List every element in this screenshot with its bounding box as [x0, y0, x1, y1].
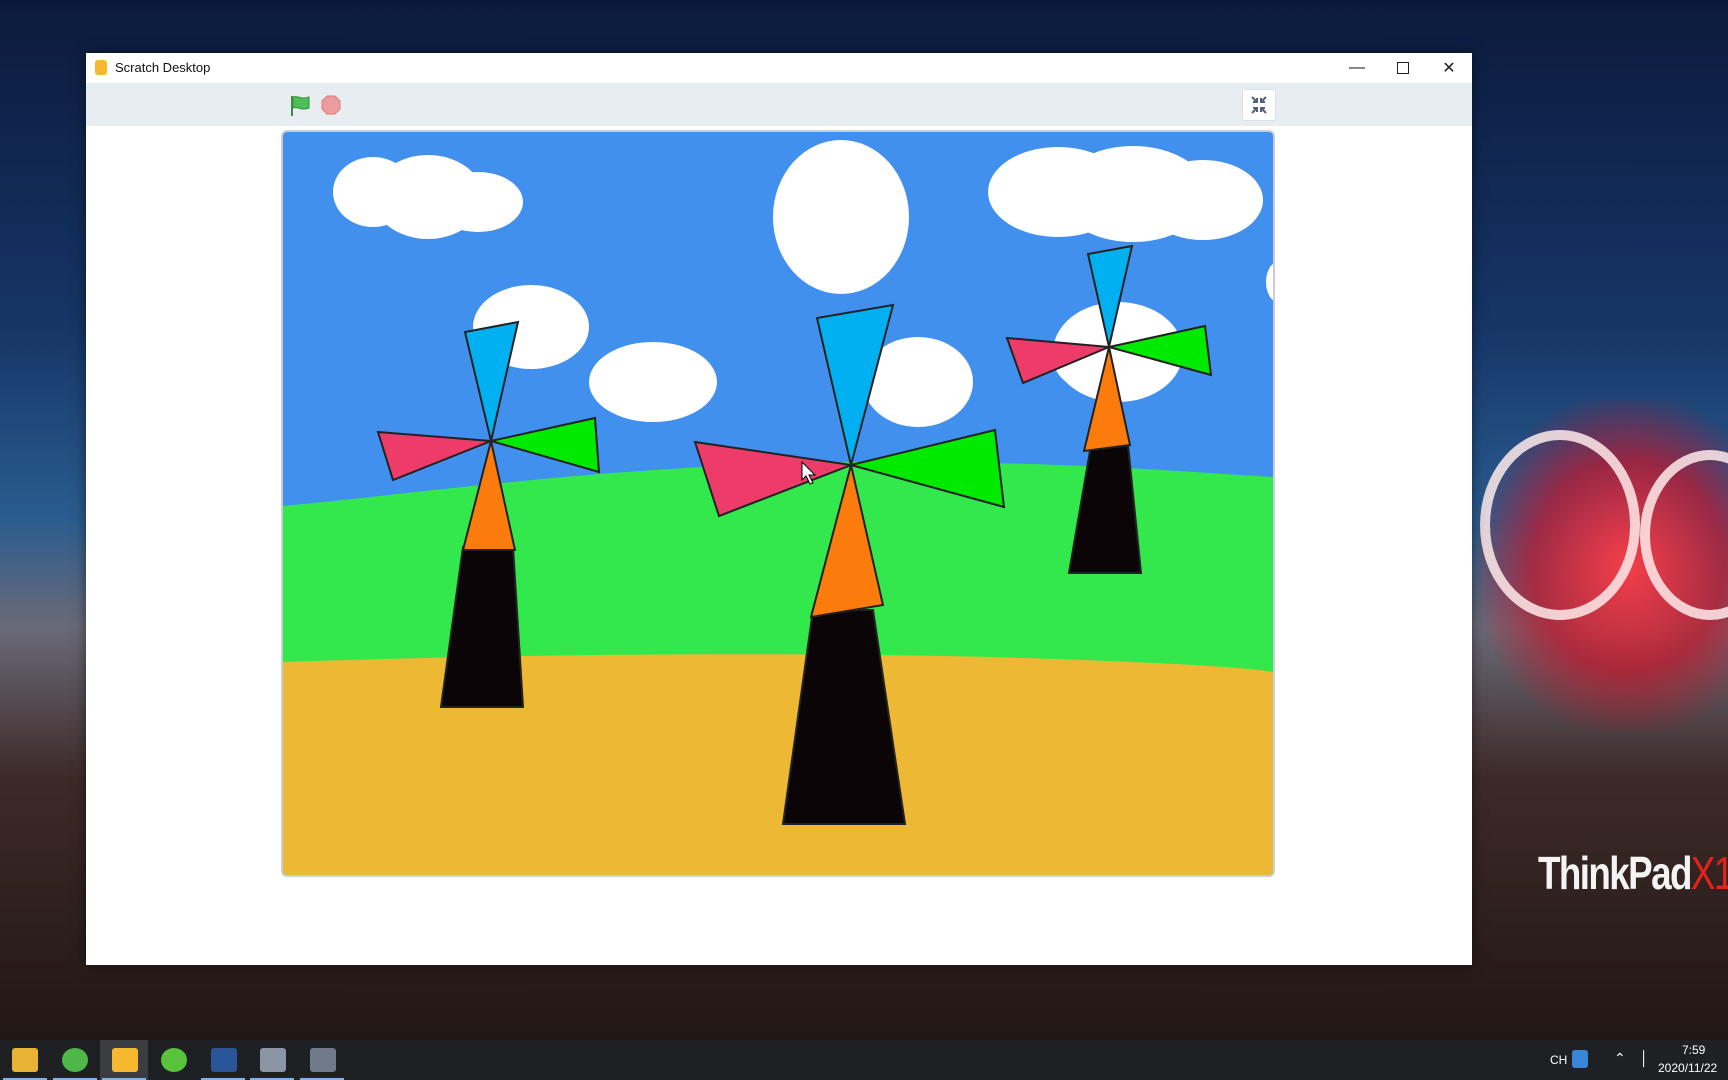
browser-icon[interactable] [62, 1048, 88, 1072]
unfullscreen-icon [1251, 96, 1267, 114]
microphone-icon[interactable]: │ [1640, 1050, 1649, 1066]
thinkpad-logo: ThinkPadX1 [1538, 847, 1728, 899]
stop-icon[interactable] [321, 95, 341, 115]
clock-time[interactable]: 7:59 [1682, 1043, 1705, 1057]
taskbar: CH ⌃ │ 7:59 2020/11/22 [0, 1040, 1728, 1080]
maximize-button[interactable] [1380, 53, 1426, 83]
video-tool-2-icon[interactable] [310, 1048, 336, 1072]
sand [283, 654, 1273, 875]
stage-scene [283, 132, 1273, 875]
minimize-button[interactable]: — [1334, 53, 1380, 83]
minimize-icon: — [1349, 59, 1365, 76]
close-icon: ✕ [1442, 60, 1456, 77]
scratch-window: Scratch Desktop — ✕ [86, 53, 1472, 965]
wallpaper-light-ring [1480, 430, 1640, 620]
close-button[interactable]: ✕ [1426, 53, 1472, 83]
wechat-icon[interactable] [161, 1048, 187, 1072]
video-tool-1-icon[interactable] [260, 1048, 286, 1072]
stage-canvas[interactable] [281, 130, 1275, 877]
window-title: Scratch Desktop [115, 60, 211, 75]
green-flag-icon[interactable] [288, 95, 312, 117]
title-bar[interactable]: Scratch Desktop — ✕ [86, 53, 1472, 83]
scratch-desktop-icon[interactable] [112, 1048, 138, 1072]
clock-date[interactable]: 2020/11/22 [1658, 1061, 1717, 1075]
show-hidden-icons-icon[interactable]: ⌃ [1614, 1050, 1626, 1067]
tray-app-icon[interactable] [1572, 1050, 1588, 1068]
unfullscreen-button[interactable] [1242, 89, 1276, 121]
ime-indicator[interactable]: CH [1550, 1053, 1567, 1067]
maximize-icon [1397, 62, 1409, 74]
word-icon[interactable] [211, 1048, 237, 1072]
scratch-app-icon [95, 60, 107, 75]
file-explorer-icon[interactable] [12, 1048, 38, 1072]
stage-toolbar [86, 83, 1472, 126]
